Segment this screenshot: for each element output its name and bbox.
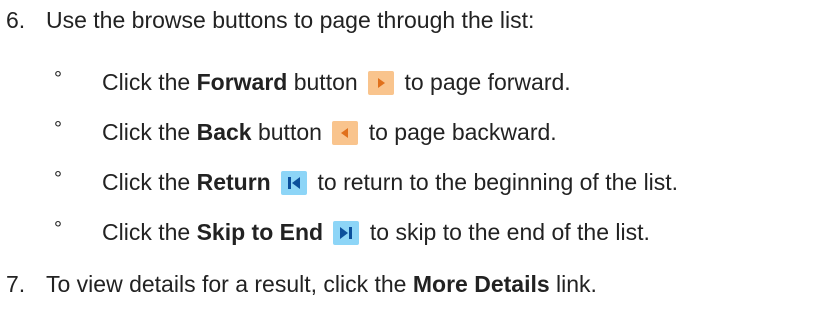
subitem-return: ° Click the Return to return to the begin…: [54, 164, 678, 197]
step-7: 7. To view details for a result, click th…: [6, 269, 597, 299]
bullet: °: [54, 218, 62, 240]
skip-to-end-icon: [333, 221, 360, 245]
subitem-prefix: Click the: [102, 119, 197, 145]
step-text-suffix: link.: [549, 271, 597, 297]
more-details-label: More Details: [412, 271, 550, 297]
subitem-suffix: to return to the beginning of the list.: [311, 169, 679, 195]
bullet: °: [54, 68, 62, 90]
subitem-prefix: Click the: [102, 219, 197, 245]
subitem-forward: ° Click the Forward button to page forwar…: [54, 64, 571, 97]
bullet: °: [54, 118, 62, 140]
subitem-suffix: to skip to the end of the list.: [363, 219, 650, 245]
step-text-prefix: To view details for a result, click the: [46, 271, 413, 297]
subitem-back: ° Click the Back button to page backward.: [54, 114, 557, 147]
bullet: °: [54, 168, 62, 190]
subitem-middle: button: [287, 69, 358, 95]
step-6: 6. Use the browse buttons to page through…: [6, 5, 534, 35]
step-number: 6.: [6, 7, 26, 33]
forward-label: Forward: [196, 69, 288, 95]
back-label: Back: [196, 119, 252, 145]
back-arrow-icon: [332, 121, 359, 145]
subitem-middle: button: [251, 119, 322, 145]
return-to-start-icon: [281, 171, 308, 195]
step-text: Use the browse buttons to page through t…: [46, 7, 535, 33]
subitem-suffix: to page forward.: [398, 69, 571, 95]
step-number: 7.: [6, 271, 26, 297]
subitem-prefix: Click the: [102, 169, 197, 195]
subitem-prefix: Click the: [102, 69, 197, 95]
skip-to-end-label: Skip to End: [196, 219, 324, 245]
subitem-skip-to-end: ° Click the Skip to End to skip to the en…: [54, 214, 650, 247]
instruction-page: 6. Use the browse buttons to page through…: [0, 0, 836, 321]
forward-arrow-icon: [368, 71, 395, 95]
return-label: Return: [196, 169, 271, 195]
subitem-suffix: to page backward.: [362, 119, 557, 145]
